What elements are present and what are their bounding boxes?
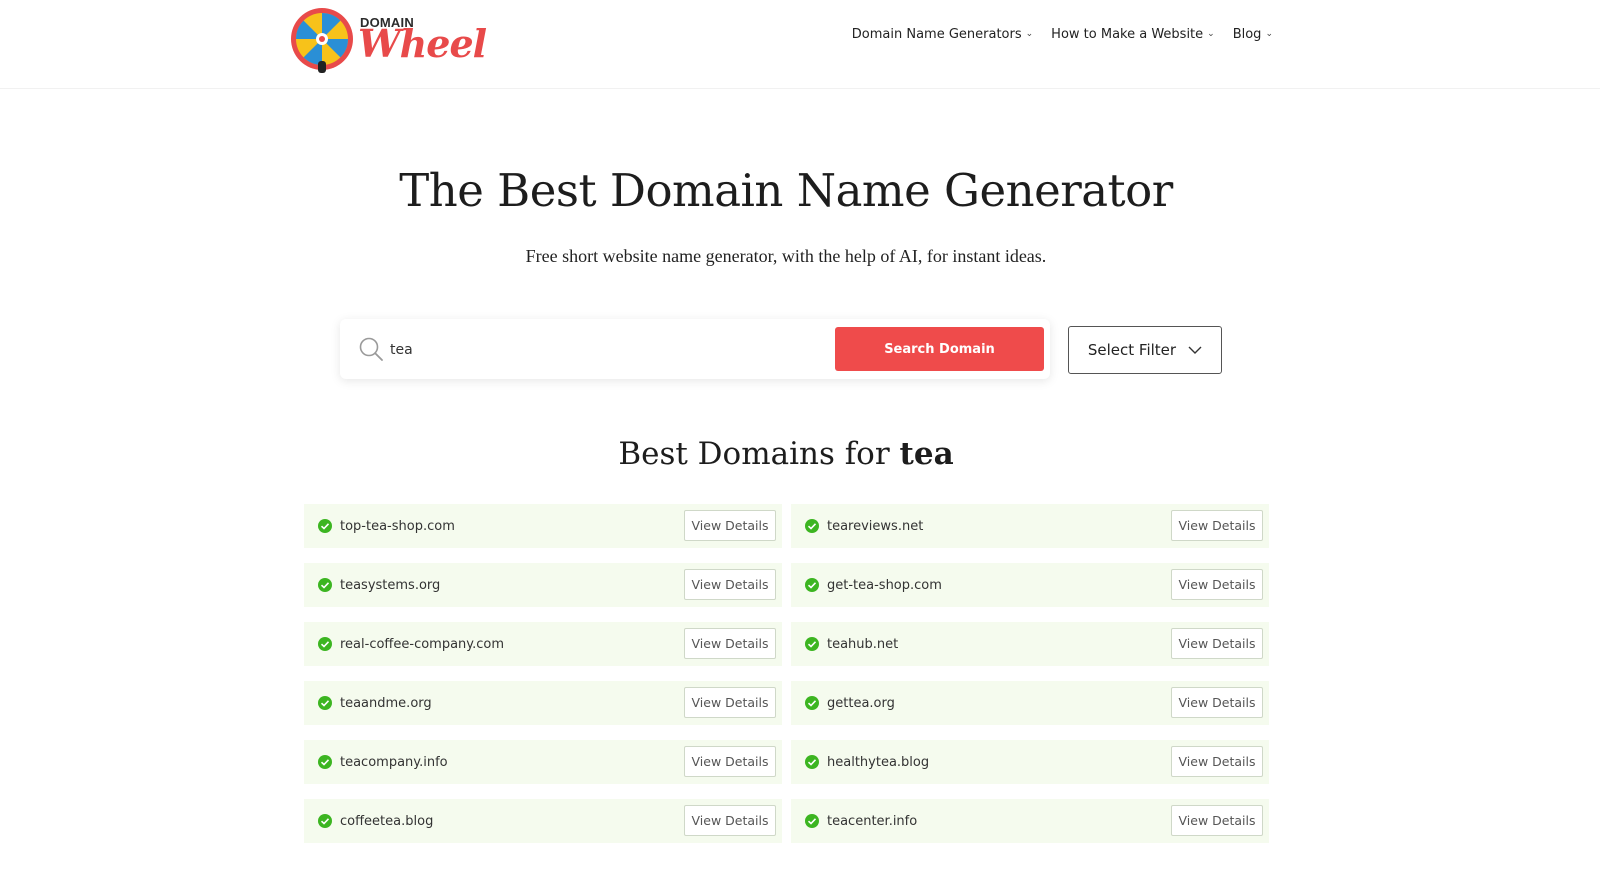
view-details-button[interactable]: View Details xyxy=(1171,805,1263,836)
list-item: teareviews.net View Details xyxy=(791,504,1269,548)
list-item: teaandme.org View Details xyxy=(304,681,782,725)
nav-how-to-make-a-website[interactable]: How to Make a Website ⌄ xyxy=(1042,24,1224,44)
chevron-down-icon xyxy=(1188,346,1202,354)
search-domain-button[interactable]: Search Domain xyxy=(835,327,1044,371)
view-details-button[interactable]: View Details xyxy=(684,746,776,777)
view-details-button[interactable]: View Details xyxy=(684,805,776,836)
results-title: Best Domains for tea xyxy=(0,436,1572,472)
main-nav: Domain Name Generators ⌄ How to Make a W… xyxy=(843,24,1282,44)
chevron-down-icon: ⌄ xyxy=(1265,29,1273,39)
list-item: teacenter.info View Details xyxy=(791,799,1269,843)
results-title-prefix: Best Domains for xyxy=(618,436,890,472)
page-title: The Best Domain Name Generator xyxy=(399,164,1173,217)
view-details-button[interactable]: View Details xyxy=(1171,687,1263,718)
chevron-down-icon: ⌄ xyxy=(1025,29,1034,39)
wheel-logo-icon xyxy=(291,8,353,73)
view-details-button[interactable]: View Details xyxy=(1171,746,1263,777)
check-circle-icon xyxy=(805,696,819,710)
check-circle-icon xyxy=(318,696,332,710)
check-circle-icon xyxy=(805,578,819,592)
check-circle-icon xyxy=(318,519,332,533)
view-details-button[interactable]: View Details xyxy=(1171,569,1263,600)
nav-label: Blog xyxy=(1232,26,1262,42)
check-circle-icon xyxy=(805,519,819,533)
list-item: teahub.net View Details xyxy=(791,622,1269,666)
list-item: teacompany.info View Details xyxy=(304,740,782,784)
search-icon xyxy=(359,337,383,361)
list-item: healthytea.blog View Details xyxy=(791,740,1269,784)
view-details-button[interactable]: View Details xyxy=(684,569,776,600)
check-circle-icon xyxy=(805,814,819,828)
list-item: real-coffee-company.com View Details xyxy=(304,622,782,666)
check-circle-icon xyxy=(318,637,332,651)
chevron-down-icon: ⌄ xyxy=(1207,29,1215,39)
view-details-button[interactable]: View Details xyxy=(1171,510,1263,541)
results-grid: top-tea-shop.com View Details teareviews… xyxy=(304,504,1269,843)
nav-label: Domain Name Generators xyxy=(851,26,1022,42)
list-item: top-tea-shop.com View Details xyxy=(304,504,782,548)
list-item: teasystems.org View Details xyxy=(304,563,782,607)
logo[interactable]: DOMAIN Wheel xyxy=(290,7,490,73)
check-circle-icon xyxy=(318,578,332,592)
list-item: get-tea-shop.com View Details xyxy=(791,563,1269,607)
check-circle-icon xyxy=(318,755,332,769)
check-circle-icon xyxy=(805,637,819,651)
nav-domain-name-generators[interactable]: Domain Name Generators ⌄ xyxy=(843,24,1042,44)
nav-blog[interactable]: Blog ⌄ xyxy=(1224,24,1282,44)
site-header: DOMAIN Wheel Domain Name Generators ⌄ Ho… xyxy=(0,0,1600,89)
view-details-button[interactable]: View Details xyxy=(684,510,776,541)
results-keyword: tea xyxy=(899,436,954,472)
filter-label: Select Filter xyxy=(1087,341,1177,359)
search-box: Search Domain xyxy=(340,319,1050,379)
view-details-button[interactable]: View Details xyxy=(1171,628,1263,659)
check-circle-icon xyxy=(318,814,332,828)
select-filter-dropdown[interactable]: Select Filter xyxy=(1068,326,1222,374)
search-input[interactable] xyxy=(388,337,822,363)
list-item: gettea.org View Details xyxy=(791,681,1269,725)
list-item: coffeetea.blog View Details xyxy=(304,799,782,843)
view-details-button[interactable]: View Details xyxy=(684,628,776,659)
nav-label: How to Make a Website xyxy=(1051,26,1204,42)
logo-text-big: Wheel xyxy=(358,21,487,66)
view-details-button[interactable]: View Details xyxy=(684,687,776,718)
page-subtitle: Free short website name generator, with … xyxy=(525,246,1047,266)
check-circle-icon xyxy=(805,755,819,769)
